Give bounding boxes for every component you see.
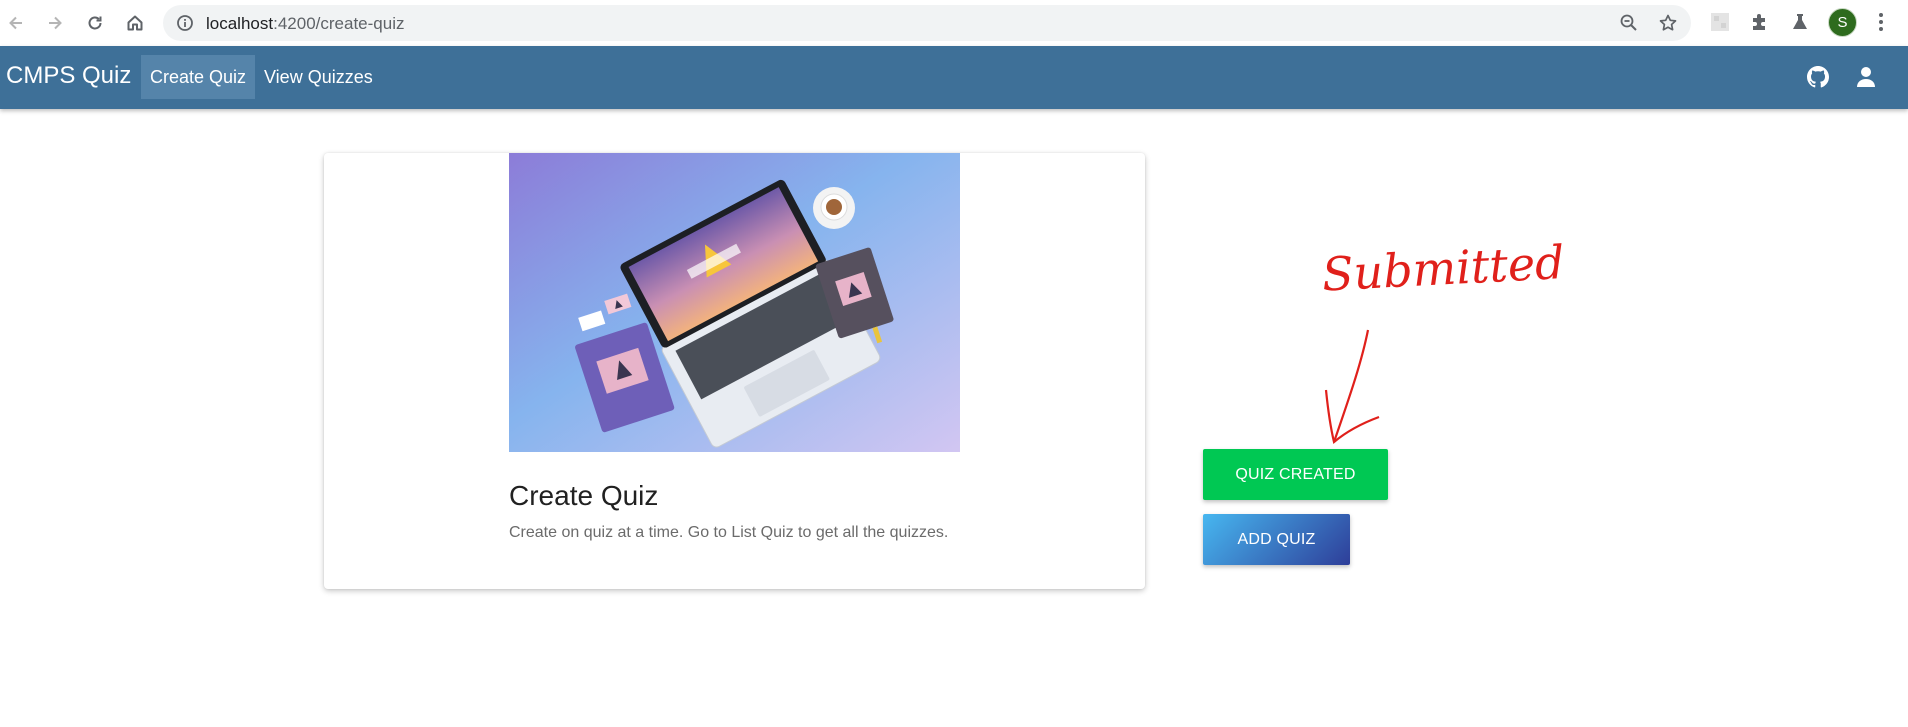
card-description: Create on quiz at a time. Go to List Qui…: [509, 524, 949, 541]
create-quiz-card: Create Quiz Create on quiz at a time. Go…: [324, 153, 1145, 589]
zoom-icon[interactable]: [1619, 13, 1639, 33]
extensions-puzzle-icon[interactable]: [1748, 10, 1772, 34]
profile-initial: S: [1837, 14, 1848, 31]
back-icon[interactable]: [1, 8, 31, 38]
card-title: Create Quiz: [509, 480, 659, 511]
annotation-text: Submitted: [1321, 235, 1566, 302]
forward-icon[interactable]: [40, 8, 70, 38]
menu-kebab-icon[interactable]: [1869, 10, 1893, 34]
handwritten-annotation: Submitted: [1310, 220, 1590, 450]
brand-title[interactable]: CMPS Quiz: [6, 62, 131, 90]
profile-avatar[interactable]: S: [1828, 8, 1857, 37]
extension-placeholder-icon[interactable]: [1708, 10, 1732, 34]
add-quiz-button[interactable]: ADD QUIZ: [1203, 514, 1350, 565]
user-account-icon[interactable]: [1854, 65, 1878, 89]
url-host: localhost: [206, 14, 274, 33]
reload-icon[interactable]: [80, 8, 110, 38]
labs-flask-icon[interactable]: [1788, 10, 1812, 34]
url-text[interactable]: localhost:4200/create-quiz: [206, 14, 404, 34]
address-bar[interactable]: localhost:4200/create-quiz: [163, 5, 1691, 41]
home-icon[interactable]: [120, 8, 150, 38]
bookmark-star-icon[interactable]: [1658, 13, 1678, 33]
nav-create-quiz[interactable]: Create Quiz: [141, 55, 256, 99]
card-hero-image: [509, 153, 960, 452]
nav-view-quizzes[interactable]: View Quizzes: [255, 55, 382, 99]
github-icon[interactable]: [1806, 65, 1830, 89]
annotation-arrow-icon: [1332, 329, 1370, 443]
app-navbar: CMPS Quiz Create Quiz View Quizzes: [0, 46, 1908, 109]
url-path: :4200/create-quiz: [273, 14, 405, 33]
arrowhead-icon: [1324, 389, 1380, 444]
info-icon[interactable]: [175, 13, 195, 33]
browser-toolbar: localhost:4200/create-quiz S: [0, 0, 1908, 47]
quiz-created-button[interactable]: QUIZ CREATED: [1203, 449, 1388, 500]
